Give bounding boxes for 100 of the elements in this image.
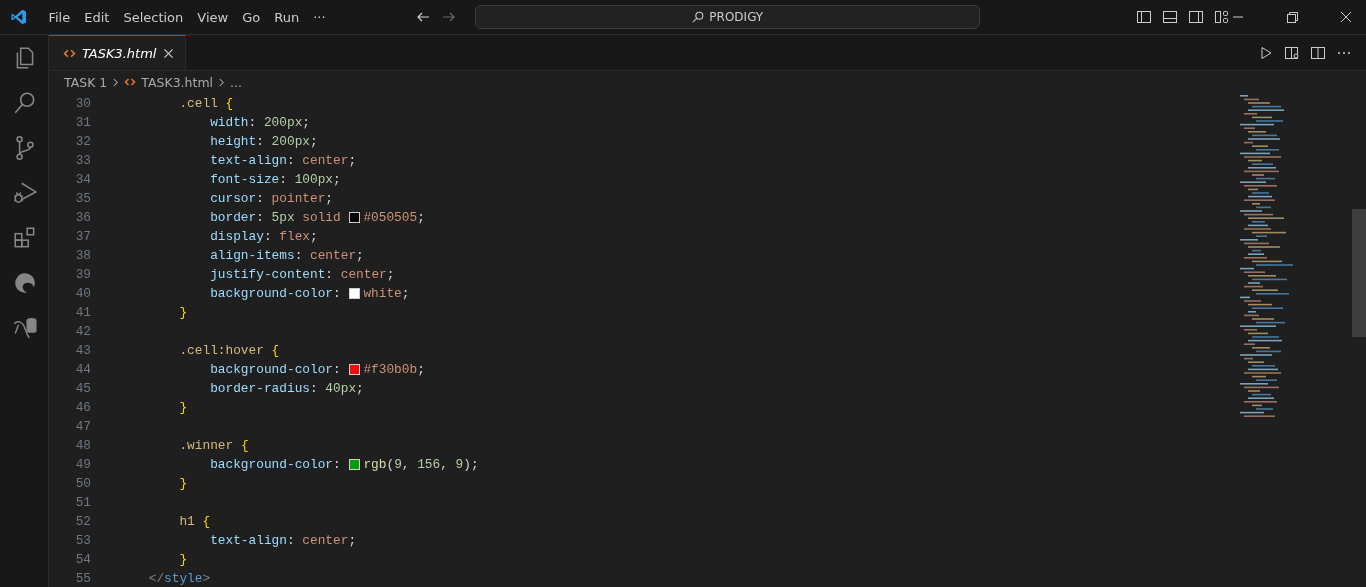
- menu-item[interactable]: Selection: [116, 9, 191, 25]
- punctuation-text: :: [294, 248, 304, 263]
- editor-tab[interactable]: TASK3.html: [49, 35, 187, 70]
- close-icon[interactable]: [1338, 9, 1354, 25]
- line-number: 37: [74, 229, 91, 244]
- punctuation-text: :: [263, 229, 273, 244]
- property-text: display: [209, 229, 264, 244]
- number-text: 9: [455, 457, 464, 472]
- punctuation-text: :: [256, 134, 265, 149]
- property-text: align-items: [209, 248, 295, 263]
- selector-text: .winner: [178, 438, 235, 453]
- color-swatch[interactable]: [349, 459, 361, 470]
- line-number: 49: [74, 457, 91, 472]
- line-number: 33: [74, 153, 91, 168]
- breadcrumb-item[interactable]: TASK3.html: [141, 74, 214, 90]
- menu-item[interactable]: Edit: [77, 9, 117, 25]
- browser-swirl-icon[interactable]: [12, 270, 38, 296]
- punctuation-text: ;: [310, 134, 318, 149]
- line-number: 41: [74, 305, 91, 320]
- run-icon[interactable]: [1258, 44, 1274, 61]
- punctuation-text: ;: [348, 153, 357, 168]
- punctuation-text: );: [463, 457, 479, 472]
- property-text: background-color: [209, 362, 334, 377]
- selector-text: h1: [178, 514, 196, 529]
- punctuation-text: ;: [348, 533, 357, 548]
- toggle-panel-icon[interactable]: [1162, 9, 1178, 25]
- property-text: justify-content: [209, 267, 326, 282]
- punctuation-text: :: [333, 362, 342, 377]
- punctuation-text: ;: [401, 286, 410, 301]
- property-text: background-color: [209, 457, 334, 472]
- number-text: 100px: [294, 172, 334, 187]
- value-text: #050505: [363, 210, 418, 225]
- brace-text: {: [240, 438, 249, 453]
- punctuation-text: :: [333, 457, 342, 472]
- punctuation-text: ;: [417, 210, 425, 225]
- restore-icon[interactable]: [1284, 9, 1300, 25]
- close-icon[interactable]: [162, 46, 176, 60]
- color-swatch[interactable]: [349, 212, 361, 223]
- scrollbar-thumb[interactable]: [1352, 209, 1366, 337]
- open-preview-icon[interactable]: [1284, 44, 1300, 61]
- property-text: border: [209, 210, 257, 225]
- line-number: 32: [74, 134, 91, 149]
- brace-text: }: [178, 400, 188, 415]
- brace-text: {: [271, 343, 280, 358]
- punctuation-text: ;: [310, 229, 318, 244]
- line-number: 46: [74, 400, 91, 415]
- line-number: 51: [74, 495, 91, 510]
- toggle-sidebar-icon[interactable]: [1136, 9, 1152, 25]
- tag-text: style: [164, 571, 203, 586]
- value-text: center: [340, 267, 387, 282]
- line-number: 47: [74, 419, 91, 434]
- toggle-secondary-sidebar-icon[interactable]: [1188, 9, 1204, 25]
- number-text: 156: [417, 457, 441, 472]
- line-number: 44: [74, 362, 91, 377]
- menu-item[interactable]: ···: [306, 9, 333, 25]
- run-debug-icon[interactable]: [12, 180, 38, 206]
- punctuation-text: :: [286, 153, 296, 168]
- property-text: width: [209, 115, 249, 130]
- line-number: 43: [74, 343, 91, 358]
- tag-bracket-text: >: [202, 571, 211, 586]
- customize-layout-icon[interactable]: [1214, 9, 1230, 25]
- color-swatch[interactable]: [349, 288, 361, 299]
- app-logo-icon: [10, 8, 28, 26]
- function-text: rgb: [363, 457, 387, 472]
- chevron-right-icon: [112, 76, 120, 88]
- property-text: height: [209, 134, 257, 149]
- line-number: 38: [74, 248, 91, 263]
- value-text: #f30b0b: [363, 362, 418, 377]
- punctuation-text: ;: [325, 191, 334, 206]
- breadcrumb-item[interactable]: TASK 1: [64, 74, 108, 90]
- punctuation-text: :: [279, 172, 288, 187]
- menu-item[interactable]: View: [190, 9, 236, 25]
- value-text: center: [310, 248, 357, 263]
- line-number: 52: [74, 514, 91, 529]
- line-number: 45: [74, 381, 91, 396]
- dolphin-database-icon[interactable]: [12, 315, 38, 341]
- number-text: 9: [394, 457, 402, 472]
- menu-item[interactable]: File: [41, 9, 78, 25]
- line-number: 54: [74, 552, 91, 567]
- property-text: background-color: [209, 286, 334, 301]
- split-editor-icon[interactable]: [1310, 44, 1326, 61]
- number-text: 5px: [271, 210, 295, 225]
- property-text: border-radius: [209, 381, 310, 396]
- property-text: font-size: [209, 172, 280, 187]
- punctuation-text: ,: [401, 457, 411, 472]
- line-number: 35: [74, 191, 91, 206]
- color-swatch[interactable]: [349, 364, 361, 375]
- punctuation-text: ;: [356, 381, 364, 396]
- tag-bracket-text: </: [147, 571, 165, 586]
- punctuation-text: ;: [386, 267, 395, 282]
- brace-text: }: [178, 476, 188, 491]
- breadcrumb-item[interactable]: ...: [230, 74, 242, 90]
- menu-item[interactable]: Run: [267, 9, 307, 25]
- number-text: 200px: [263, 115, 303, 130]
- command-center-search[interactable]: PRODIGY: [474, 5, 980, 29]
- value-text: center: [302, 153, 349, 168]
- brace-text: {: [225, 96, 234, 111]
- punctuation-text: :: [248, 115, 258, 130]
- punctuation-text: ,: [440, 457, 449, 472]
- menu-item[interactable]: Go: [235, 9, 268, 25]
